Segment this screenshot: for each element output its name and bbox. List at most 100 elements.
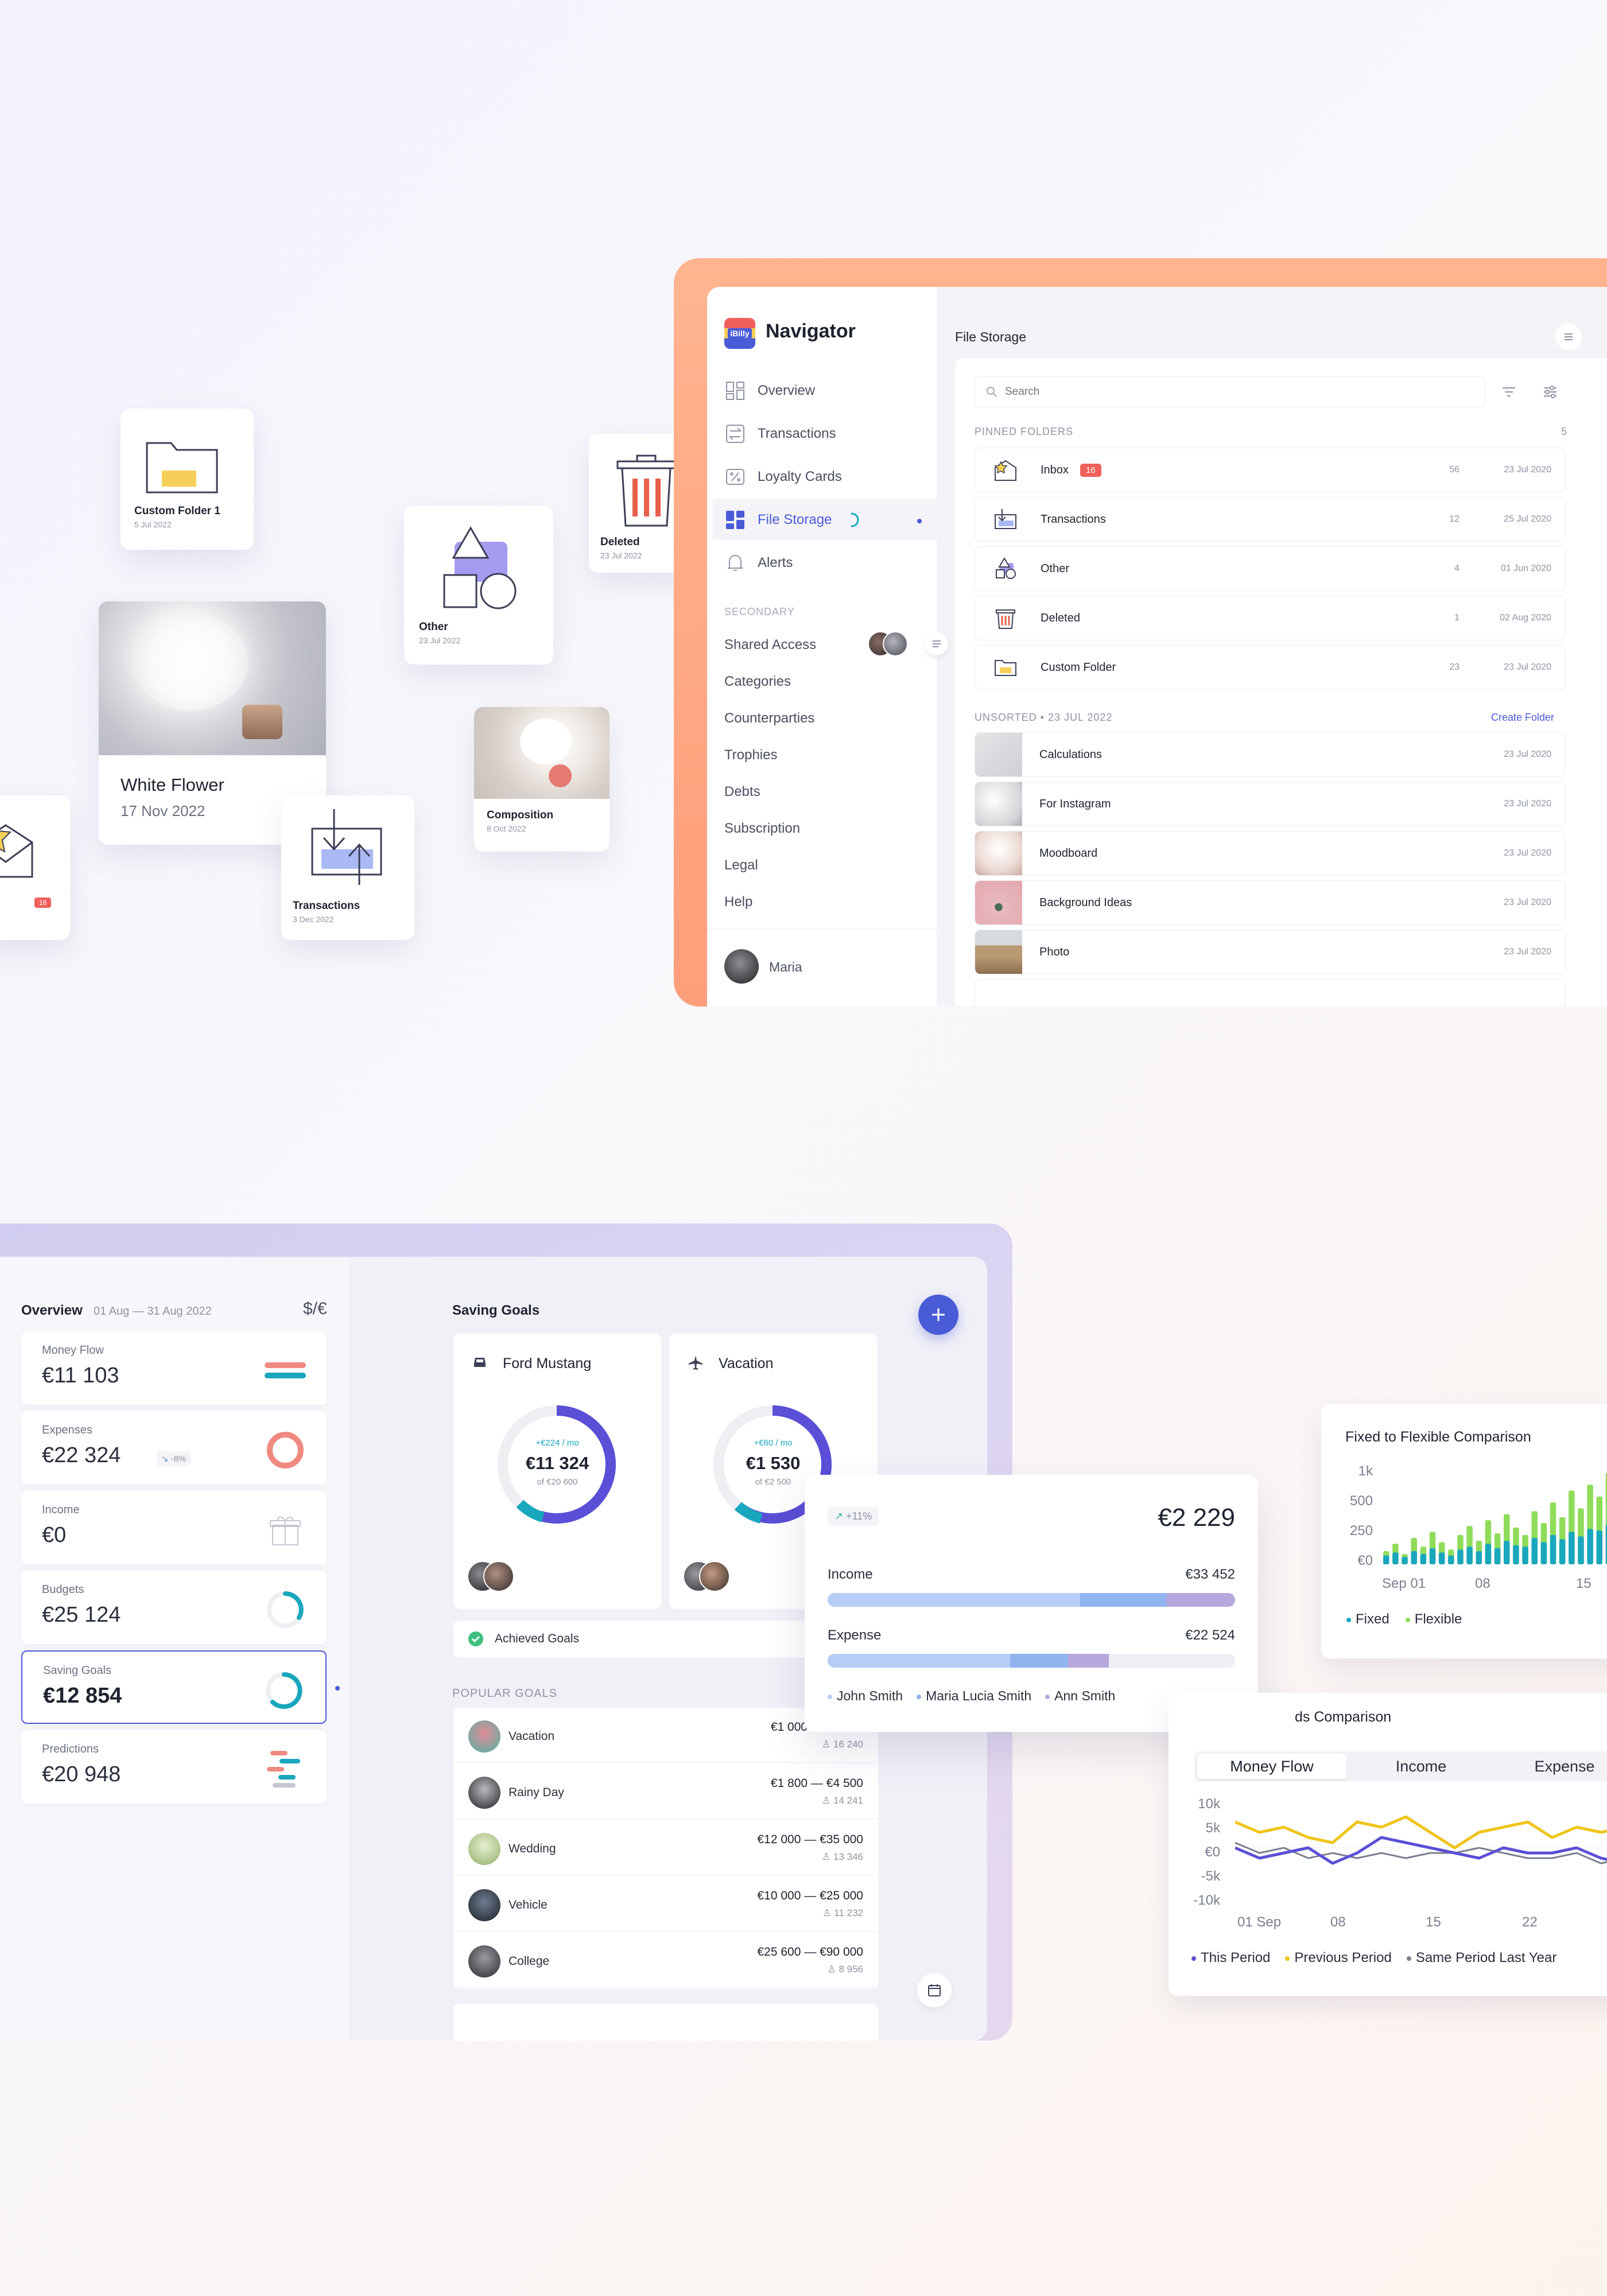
overview-card-predictions[interactable]: Predictions €20 948: [21, 1730, 327, 1804]
overview-card-expenses[interactable]: Expenses €22 324 ↘ -8%: [21, 1411, 327, 1485]
flower-shape: [520, 718, 572, 764]
nav-item-help[interactable]: Help: [724, 894, 752, 910]
unsorted-row[interactable]: Calculations 23 Jul 2020: [975, 732, 1566, 777]
search-box[interactable]: [975, 376, 1485, 407]
shared-menu-button[interactable]: [925, 632, 948, 655]
legend-dot: [1045, 1694, 1050, 1699]
avatar: [883, 631, 908, 656]
pinned-row-transactions[interactable]: Transactions 12 25 Jul 2020: [975, 497, 1566, 542]
nav-item-file-storage[interactable]: File Storage: [724, 509, 860, 531]
popular-goal-row[interactable]: College €25 600 — €90 000 ♙ 8 956: [453, 1933, 878, 1988]
nav-item-subscription[interactable]: Subscription: [724, 821, 800, 837]
shared-avatars[interactable]: [868, 631, 914, 656]
popular-goals-heading: POPULAR GOALS: [452, 1687, 558, 1700]
user-icon: ♙: [827, 1964, 839, 1975]
nav-item-loyalty-cards[interactable]: Loyalty Cards: [724, 466, 842, 488]
popular-goal-row[interactable]: Rainy Day €1 800 — €4 500 ♙ 14 241: [453, 1764, 878, 1819]
composition-card[interactable]: Composition 8 Oct 2022: [474, 707, 610, 852]
user-avatar[interactable]: [724, 949, 759, 984]
unsorted-row[interactable]: Moodboard 23 Jul 2020: [975, 831, 1566, 876]
popular-goal-row[interactable]: Wedding €12 000 — €35 000 ♙ 13 346: [453, 1820, 878, 1875]
custom-folder-card[interactable]: Custom Folder 1 5 Jul 2022: [121, 409, 254, 550]
nav-item-counterparties[interactable]: Counterparties: [724, 710, 814, 727]
card-date: 8 Oct 2022: [487, 824, 526, 833]
options-button[interactable]: [1555, 324, 1582, 350]
nav-item-debts[interactable]: Debts: [724, 784, 760, 800]
chart-title: Fixed to Flexible Comparison: [1345, 1429, 1531, 1445]
chart-legend: Fixed Flexible: [1346, 1611, 1462, 1627]
tab-money-flow[interactable]: Money Flow: [1197, 1754, 1346, 1779]
loading-icon: [851, 512, 859, 527]
app-logo[interactable]: iBilly: [724, 318, 755, 349]
window-inner: iBilly Navigator Overview Transactions L…: [707, 287, 1607, 1007]
calendar-button[interactable]: [917, 1973, 952, 2007]
list-icon: [1565, 333, 1573, 340]
unsorted-row[interactable]: For Instagram 23 Jul 2020: [975, 782, 1566, 826]
pinned-heading: PINNED FOLDERS: [975, 426, 1074, 437]
card-date: 3 Dec 2022: [293, 915, 334, 924]
popular-goal-row[interactable]: Vehicle €10 000 — €25 000 ♙ 11 232: [453, 1877, 878, 1932]
overview-card-budgets[interactable]: Budgets €25 124: [21, 1571, 327, 1644]
overview-card-income[interactable]: Income €0: [21, 1491, 327, 1564]
trend-chip: ↗ +11%: [828, 1507, 879, 1526]
create-folder-link[interactable]: Create Folder: [1491, 712, 1554, 724]
nav-label: File Storage: [758, 512, 832, 527]
overview-card-saving-goals[interactable]: Saving Goals €12 854: [21, 1650, 327, 1724]
folder-name: Deleted: [1041, 611, 1080, 624]
file-date: 23 Jul 2020: [1504, 848, 1551, 858]
bar-fixed: [1383, 1555, 1389, 1564]
search-input[interactable]: [1004, 385, 1465, 399]
goal-count: ♙ 16 240: [822, 1739, 863, 1750]
unsorted-row[interactable]: Background Ideas 23 Jul 2020: [975, 880, 1566, 925]
nav-item-overview[interactable]: Overview: [724, 380, 815, 402]
nav-item-legal[interactable]: Legal: [724, 857, 758, 873]
overview-title: Overview: [21, 1303, 83, 1318]
unsorted-row[interactable]: Photo 23 Jul 2020: [975, 930, 1566, 974]
calendar-icon: [928, 1984, 941, 1996]
folder-count: 4: [1454, 564, 1460, 573]
overview-card-money-flow[interactable]: Money Flow €11 103: [21, 1331, 327, 1405]
tab-income[interactable]: Income: [1346, 1758, 1496, 1776]
other-card[interactable]: Other 23 Jul 2022: [404, 506, 553, 665]
nav-item-shared-access[interactable]: Shared Access: [724, 637, 816, 653]
pinned-row-inbox[interactable]: Inbox 16 56 23 Jul 2020: [975, 448, 1566, 492]
bar-fixed: [1438, 1552, 1445, 1564]
add-goal-button[interactable]: [918, 1295, 958, 1335]
file-date: 23 Jul 2020: [1504, 749, 1551, 759]
flower-photo: [99, 601, 326, 755]
bar-fixed: [1569, 1532, 1575, 1564]
goal-card-ford-mustang[interactable]: Ford Mustang +€224 / mo €11 324 of €20 6…: [453, 1334, 661, 1609]
inbox-card[interactable]: 16: [0, 795, 70, 940]
currency-toggle-icon[interactable]: $/€: [303, 1299, 327, 1319]
unsorted-heading: UNSORTED • 23 JUL 2022: [975, 712, 1113, 723]
nav-item-trophies[interactable]: Trophies: [724, 747, 777, 763]
goal-name: College: [509, 1955, 550, 1968]
plane-icon: [689, 1355, 702, 1370]
trend-down-icon: ↘: [161, 1454, 169, 1464]
user-name[interactable]: Maria: [769, 959, 802, 975]
folder-grid-icon: [726, 511, 744, 529]
unsorted-row-partial[interactable]: [975, 979, 1566, 1007]
trash-icon: [996, 609, 1015, 629]
bar-fixed: [1485, 1544, 1492, 1564]
transactions-card[interactable]: Transactions 3 Dec 2022: [281, 795, 414, 940]
nav-item-categories[interactable]: Categories: [724, 674, 791, 690]
y-tick: -5k: [1201, 1868, 1220, 1884]
nav-label: Alerts: [758, 555, 793, 570]
nav-item-alerts[interactable]: Alerts: [724, 552, 793, 574]
tab-expense[interactable]: Expense: [1496, 1758, 1607, 1776]
nav-item-transactions[interactable]: Transactions: [724, 423, 836, 445]
pinned-row-custom-folder[interactable]: Custom Folder 23 23 Jul 2020: [975, 645, 1566, 690]
filter-icon[interactable]: [1542, 383, 1559, 401]
goal-avatar: [468, 1833, 500, 1865]
sort-icon[interactable]: [1500, 383, 1517, 401]
pinned-row-deleted[interactable]: Deleted 1 02 Aug 2020: [975, 596, 1566, 640]
card-value: €20 948: [42, 1762, 121, 1786]
x-tick: 08: [1475, 1576, 1490, 1591]
goal-name: Rainy Day: [509, 1786, 564, 1799]
count-value: 16 240: [833, 1739, 863, 1750]
file-thumbnail: [975, 733, 1022, 776]
inbox-badge: 16: [1080, 463, 1101, 477]
pinned-row-other[interactable]: Other 4 01 Jun 2020: [975, 546, 1566, 591]
count-value: 8 956: [839, 1964, 863, 1975]
